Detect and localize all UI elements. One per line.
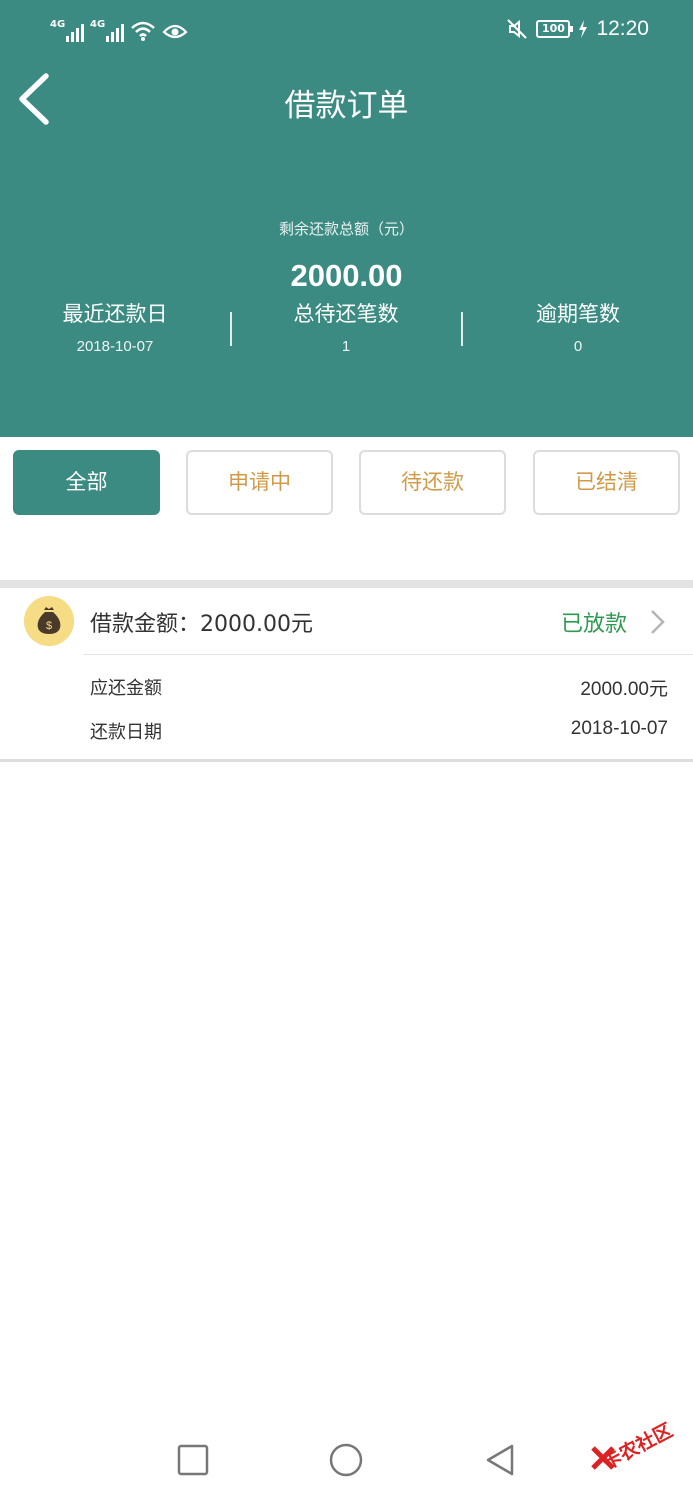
signal-label: 4G — [50, 19, 66, 30]
status-left: 4G 4G — [50, 16, 188, 42]
watermark-text: 卡农社区 — [598, 1419, 677, 1475]
stat-divider — [230, 312, 232, 346]
row-value: 2000.00元 — [580, 679, 668, 700]
row-value: 2018-10-07 — [570, 718, 668, 739]
status-bar: 4G 4G 100 12:20 — [0, 0, 693, 60]
stat-label: 总待还笔数 — [293, 302, 399, 326]
order-card[interactable]: $ 借款金额：2000.00元 已放款 应还金额 2000.00元 还款日期 2… — [0, 588, 693, 760]
card-bottom-border — [0, 759, 693, 762]
chevron-right-icon[interactable] — [647, 608, 667, 636]
section-divider — [0, 580, 693, 588]
charging-icon — [579, 20, 588, 38]
header: 4G 4G 100 12:20 借款订单 剩余还款总额（元） 2000.00 最… — [0, 0, 693, 437]
home-circle-icon[interactable] — [326, 1440, 366, 1480]
tab-all[interactable]: 全部 — [13, 450, 160, 515]
stat-value: 0 — [573, 338, 583, 355]
eye-icon — [162, 24, 188, 39]
row-label: 应还金额 — [90, 678, 162, 699]
status-right: 100 12:20 — [506, 14, 649, 44]
stat-divider — [461, 312, 463, 346]
signal-icon: 4G — [50, 20, 84, 42]
stat-label: 逾期笔数 — [536, 302, 620, 326]
clock: 12:20 — [596, 17, 649, 40]
stat-value: 1 — [341, 338, 351, 355]
stat-pending-count: 总待还笔数 1 — [231, 298, 461, 355]
svg-text:$: $ — [46, 620, 52, 632]
recent-apps-square-icon[interactable] — [173, 1440, 213, 1480]
signal-icon: 4G — [90, 20, 124, 42]
status-badge: 已放款 — [560, 612, 627, 637]
row-label: 还款日期 — [90, 722, 162, 743]
loan-amount-title: 借款金额：2000.00元 — [90, 612, 313, 637]
summary-stats: 最近还款日 2018-10-07 总待还笔数 1 逾期笔数 0 — [0, 298, 693, 368]
page-title: 借款订单 — [284, 88, 409, 124]
stat-next-due-date: 最近还款日 2018-10-07 — [0, 298, 230, 355]
row-due-date: 还款日期 2018-10-07 — [90, 718, 668, 744]
signal-label: 4G — [90, 19, 106, 30]
watermark: 卡农社区 — [589, 1418, 685, 1478]
battery-icon: 100 — [536, 20, 574, 38]
row-amount-due: 应还金额 2000.00元 — [90, 674, 668, 700]
card-divider — [84, 654, 693, 655]
tab-pending-repayment[interactable]: 待还款 — [359, 450, 506, 515]
wifi-icon — [131, 21, 155, 41]
stat-value: 2018-10-07 — [76, 338, 154, 355]
filter-tabs: 全部 申请中 待还款 已结清 — [0, 450, 693, 516]
stat-overdue-count: 逾期笔数 0 — [463, 298, 693, 355]
back-triangle-icon[interactable] — [480, 1440, 520, 1480]
total-remaining-amount: 2000.00 — [290, 258, 403, 293]
stat-label: 最近还款日 — [62, 302, 168, 326]
tab-settled[interactable]: 已结清 — [533, 450, 680, 515]
money-bag-icon: $ — [24, 596, 74, 646]
tab-applying[interactable]: 申请中 — [186, 450, 333, 515]
mute-icon — [507, 19, 528, 39]
total-remaining-label: 剩余还款总额（元） — [278, 220, 414, 238]
